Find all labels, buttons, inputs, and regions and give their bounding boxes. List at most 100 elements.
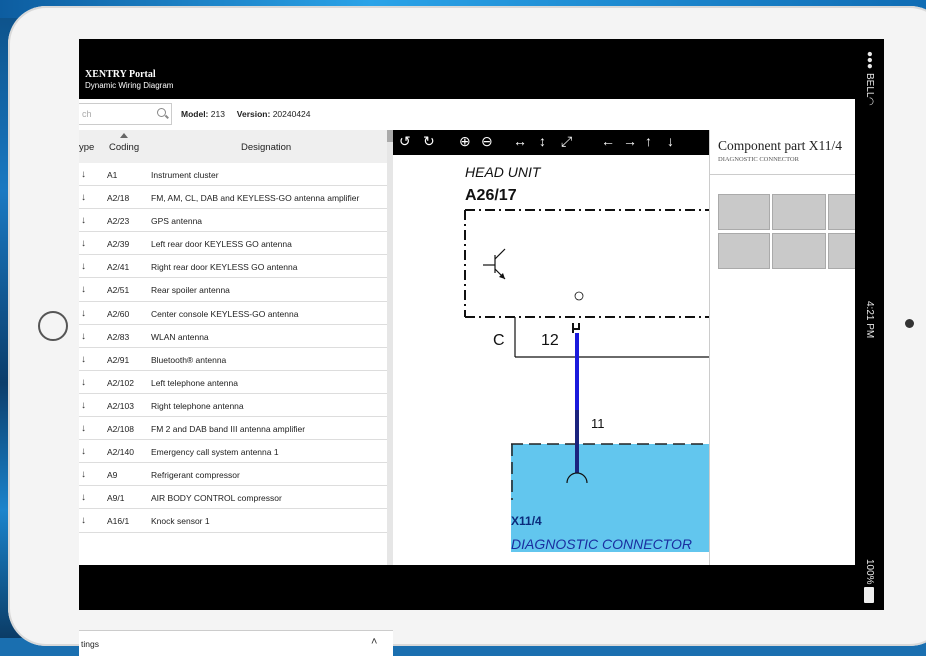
row-designation: Left rear door KEYLESS GO antenna (151, 239, 292, 250)
fit-height-icon[interactable]: ↕ (539, 133, 546, 149)
table-row[interactable]: ↓ A2/108 FM 2 and DAB band III antenna amp… (79, 417, 387, 441)
search-input[interactable]: ch (79, 103, 172, 125)
rotate-right-icon[interactable]: ↻ (423, 133, 435, 149)
clock: 4:21 PM (864, 301, 875, 339)
row-designation: AIR BODY CONTROL compressor (151, 493, 282, 504)
plug-icon: ↓ (81, 330, 86, 342)
head-unit-code[interactable]: A26/17 (465, 187, 517, 204)
wiring-diagram-canvas[interactable]: HEAD UNIT A26/17 C 12 11 X11/4 DIAGNOSTI… (393, 155, 709, 565)
table-row[interactable]: ↓ A2/102 Left telephone antenna (79, 371, 387, 394)
row-coding: A1 (107, 170, 118, 180)
row-coding: A2/18 (107, 193, 130, 204)
row-designation: Right telephone antenna (151, 400, 244, 411)
row-designation: Right rear door KEYLESS GO antenna (151, 262, 298, 273)
app-header: XENTRY Portal Dynamic Wiring Diagram (79, 39, 855, 99)
app-window: XENTRY Portal Dynamic Wiring Diagram ch … (79, 39, 856, 656)
column-header-coding[interactable]: Coding (109, 142, 139, 153)
row-coding: A2/103 (107, 400, 134, 411)
wifi-icon: ◠ (864, 97, 875, 106)
model-value: 213 (210, 109, 225, 119)
row-designation: Instrument cluster (151, 170, 219, 180)
pin-number: 12 (541, 332, 559, 349)
table-row[interactable]: ↓ A2/103 Right telephone antenna (79, 394, 387, 418)
plug-icon: ↓ (81, 469, 86, 481)
table-row[interactable]: ↓ A2/51 Rear spoiler antenna (79, 278, 387, 302)
row-coding: A2/91 (107, 354, 130, 365)
plug-icon: ↓ (81, 307, 86, 319)
row-designation: FM 2 and DAB band III antenna amplifier (151, 424, 306, 435)
rotate-left-icon[interactable]: ↺ (399, 133, 411, 149)
home-button[interactable] (38, 311, 68, 341)
carrier-name: BELL (864, 73, 875, 98)
arrow-up-icon[interactable]: ↑ (645, 133, 652, 149)
row-coding: A9/1 (107, 493, 125, 504)
row-coding: A2/140 (107, 447, 134, 458)
plug-icon: ↓ (81, 261, 86, 273)
table-row[interactable]: ↓ A2/39 Left rear door KEYLESS GO antenna (79, 232, 387, 256)
battery-icon (864, 587, 874, 603)
row-coding: A2/41 (107, 262, 130, 273)
plug-icon: ↓ (81, 238, 86, 250)
row-designation: Center console KEYLESS-GO antenna (151, 308, 299, 319)
row-designation: Bluetooth® antenna (151, 354, 227, 365)
model-version-info: Model: 213 Version: 20240424 (181, 109, 311, 119)
component-photo-4[interactable] (718, 233, 770, 269)
component-photo-6[interactable] (828, 233, 856, 269)
row-coding: A2/39 (107, 239, 130, 250)
row-designation: GPS antenna (151, 216, 203, 227)
connector-letter: C (493, 332, 505, 349)
table-row[interactable]: ↓ A2/91 Bluetooth® antenna (79, 348, 387, 371)
row-designation: Rear spoiler antenna (151, 285, 230, 296)
status-bar: ●●● BELL ◠ 4:21 PM 100% (855, 39, 884, 610)
row-designation: Knock sensor 1 (151, 516, 210, 527)
table-row[interactable]: ↓ A2/60 Center console KEYLESS-GO antenna (79, 302, 387, 325)
component-details-panel: Component part X11/4 DIAGNOSTIC CONNECTO… (709, 130, 856, 565)
expand-icon[interactable]: ⤢ (561, 133, 572, 149)
row-coding: A2/23 (107, 216, 130, 227)
target-label: DIAGNOSTIC CONNECTOR (511, 536, 692, 552)
table-row[interactable]: ↓ A2/140 Emergency call system antenna 1 (79, 440, 387, 464)
row-coding: A9 (107, 470, 118, 481)
arrow-left-icon[interactable]: ← (601, 133, 615, 149)
target-code[interactable]: X11/4 (511, 514, 542, 528)
plug-icon: ↓ (81, 423, 86, 435)
transistor-symbol (483, 248, 506, 280)
component-photo-5[interactable] (772, 233, 826, 269)
wiring-diagram-panel: ↺ ↻ ⊕ ⊖ ↔ ↕ ⤢ ← → ↑ ↓ HEAD UNIT A26/17 C… (393, 130, 709, 565)
zoom-in-icon[interactable]: ⊕ (459, 133, 471, 149)
fit-width-icon[interactable]: ↔ (513, 133, 527, 149)
table-row[interactable]: ↓ A16/1 Knock sensor 1 (79, 509, 387, 533)
search-icon[interactable] (157, 108, 166, 117)
camera-dot (905, 319, 914, 328)
row-coding: A2/108 (107, 424, 134, 435)
table-row[interactable]: ↓ A2/41 Right rear door KEYLESS GO antenna (79, 255, 387, 279)
marker-circle (574, 291, 584, 301)
arrow-down-icon[interactable]: ↓ (667, 133, 674, 149)
component-photo-1[interactable] (718, 194, 770, 230)
plug-icon: ↓ (81, 215, 86, 227)
sort-ascending-icon[interactable] (120, 133, 128, 138)
plug-icon: ↓ (81, 353, 86, 365)
table-row[interactable]: ↓ A2/23 GPS antenna (79, 209, 387, 233)
signal-dots-icon: ●●● (864, 51, 875, 70)
table-row[interactable]: ↓ A2/83 WLAN antenna (79, 325, 387, 348)
component-photo-3[interactable] (828, 194, 856, 230)
component-subtitle: DIAGNOSTIC CONNECTOR (718, 156, 799, 163)
table-row[interactable]: ↓ A9 Refrigerant compressor (79, 463, 387, 487)
table-row[interactable]: ↓ A1 Instrument cluster (79, 163, 387, 187)
row-coding: A2/51 (107, 285, 130, 296)
table-header: ype Coding Designation (79, 130, 393, 163)
version-value: 20240424 (272, 109, 311, 119)
footer-label: tings (81, 639, 99, 649)
arrow-right-icon[interactable]: → (623, 133, 637, 149)
row-designation: Refrigerant compressor (151, 470, 240, 481)
table-body: ↓ A1 Instrument cluster ↓ A2/18 FM, AM, CL, D… (79, 163, 387, 533)
column-header-designation[interactable]: Designation (241, 142, 291, 153)
column-header-type[interactable]: ype (79, 142, 94, 153)
table-row[interactable]: ↓ A2/18 FM, AM, CL, DAB and KEYLESS-GO ant… (79, 186, 387, 210)
version-label: Version: (236, 109, 271, 119)
table-row[interactable]: ↓ A9/1 AIR BODY CONTROL compressor (79, 486, 387, 510)
zoom-out-icon[interactable]: ⊖ (481, 133, 493, 149)
list-footer[interactable]: tings ˄ (79, 630, 393, 656)
component-photo-2[interactable] (772, 194, 826, 230)
